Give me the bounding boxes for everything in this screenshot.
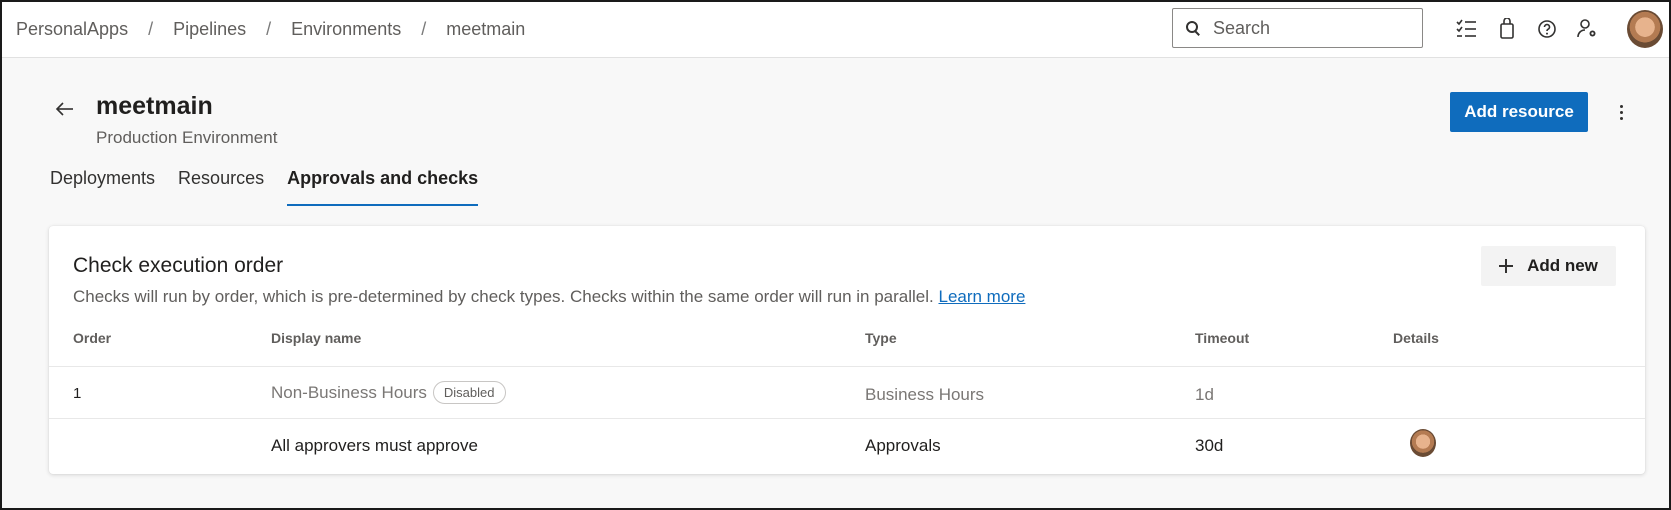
breadcrumb-separator: /	[148, 19, 154, 39]
row-timeout: 30d	[1195, 436, 1224, 455]
add-resource-button[interactable]: Add resource	[1450, 92, 1588, 132]
breadcrumb: PersonalApps / Pipelines / Environments …	[16, 19, 525, 40]
top-bar: PersonalApps / Pipelines / Environments …	[2, 2, 1669, 58]
checks-card: Check execution order Checks will run by…	[49, 226, 1645, 474]
breadcrumb-environments[interactable]: Environments	[291, 19, 401, 40]
search-icon	[1185, 20, 1201, 36]
tab-deployments[interactable]: Deployments	[50, 168, 155, 206]
card-description: Checks will run by order, which is pre-d…	[73, 287, 1025, 307]
user-avatar[interactable]	[1627, 10, 1663, 48]
row-timeout: 1d	[1195, 385, 1214, 404]
add-new-label: Add new	[1527, 256, 1598, 275]
search-input[interactable]	[1213, 17, 1413, 39]
row-order: 1	[73, 385, 82, 402]
tab-approvals-and-checks[interactable]: Approvals and checks	[287, 168, 479, 206]
shopping-bag-icon[interactable]	[1494, 16, 1520, 42]
breadcrumb-pipelines[interactable]: Pipelines	[173, 19, 246, 40]
add-new-button[interactable]: Add new	[1481, 246, 1616, 286]
approver-avatar[interactable]	[1410, 429, 1436, 457]
learn-more-link[interactable]: Learn more	[938, 287, 1025, 306]
plus-icon	[1499, 259, 1514, 273]
card-title: Check execution order	[73, 254, 284, 277]
more-options-icon[interactable]	[1614, 100, 1628, 124]
column-header-timeout: Timeout	[1195, 330, 1250, 346]
card-description-text: Checks will run by order, which is pre-d…	[73, 287, 934, 306]
breadcrumb-personalapps[interactable]: PersonalApps	[16, 19, 128, 40]
page-title: meetmain	[96, 92, 213, 120]
column-header-details: Details	[1393, 330, 1439, 346]
column-header-order: Order	[73, 330, 112, 346]
tab-bar: Deployments Resources Approvals and chec…	[50, 168, 501, 206]
column-header-display-name: Display name	[271, 330, 362, 346]
status-badge: Disabled	[432, 381, 506, 404]
back-arrow-icon[interactable]	[54, 98, 76, 120]
row-divider	[49, 418, 1645, 419]
help-icon[interactable]	[1534, 16, 1560, 42]
search-box[interactable]	[1172, 8, 1423, 48]
breadcrumb-separator: /	[421, 19, 427, 39]
row-type: Business Hours	[865, 385, 985, 404]
row-name-text: Non-Business Hours	[271, 382, 427, 402]
row-type: Approvals	[865, 436, 941, 455]
tab-resources[interactable]: Resources	[178, 168, 264, 206]
user-settings-icon[interactable]	[1575, 16, 1601, 42]
breadcrumb-meetmain[interactable]: meetmain	[446, 19, 525, 40]
row-display-name: Non-Business Hours Disabled	[271, 381, 506, 405]
breadcrumb-separator: /	[266, 19, 272, 39]
row-display-name: All approvers must approve	[271, 436, 478, 455]
page-subtitle: Production Environment	[96, 128, 278, 147]
row-divider	[49, 366, 1645, 367]
task-list-icon[interactable]	[1453, 16, 1479, 42]
app-window: PersonalApps / Pipelines / Environments …	[0, 0, 1671, 510]
column-header-type: Type	[865, 330, 897, 346]
